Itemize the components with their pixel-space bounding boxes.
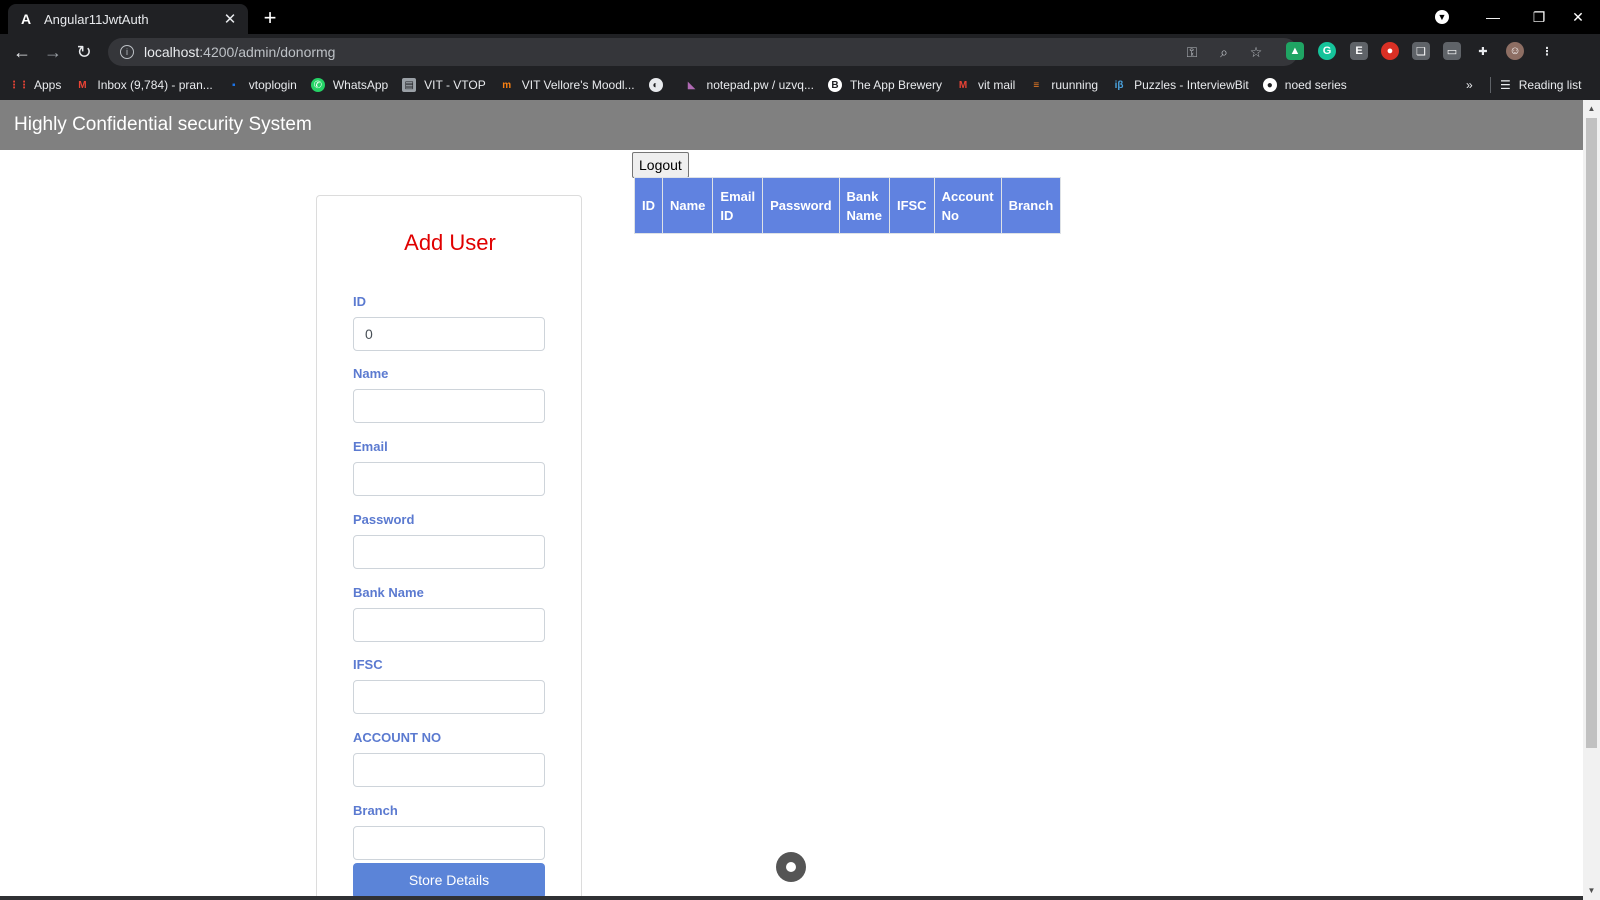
whatsapp-icon: ✆: [310, 78, 325, 92]
account-no-label: ACCOUNT NO: [353, 730, 442, 745]
column-header-branch: Branch: [1000, 177, 1062, 234]
bookmark-vtoplogin[interactable]: ▪ vtoplogin: [227, 78, 297, 92]
column-header-bank-name: Bank Name: [838, 177, 890, 234]
bookmark-moodle[interactable]: m VIT Vellore's Moodl...: [500, 78, 634, 92]
name-label: Name: [353, 366, 389, 381]
url-text[interactable]: localhost:4200/admin/donormg: [144, 44, 335, 60]
vit-vtop-icon: ▤: [402, 78, 417, 92]
interviewbit-icon: iβ: [1114, 79, 1124, 91]
bookmark-vit-vtop[interactable]: ▤ VIT - VTOP: [402, 78, 486, 92]
bookmark-whatsapp[interactable]: ✆ WhatsApp: [310, 78, 388, 92]
bookmark-app-brewery[interactable]: B The App Brewery: [827, 78, 942, 92]
bookmark-interviewbit[interactable]: iβ Puzzles - InterviewBit: [1112, 78, 1249, 92]
bookmark-noed-series[interactable]: ● noed series: [1262, 78, 1347, 92]
form-title: Add User: [404, 230, 496, 255]
site-info-icon[interactable]: i: [120, 45, 134, 59]
column-header-email-id: Email ID: [712, 177, 764, 234]
minimize-window-button[interactable]: —: [1470, 0, 1516, 34]
globe-icon: ◐: [648, 78, 663, 92]
browser-tab[interactable]: A Angular11JwtAuth ✕: [8, 4, 248, 34]
scrollbar-thumb[interactable]: [1586, 118, 1597, 748]
bookmark-notepad[interactable]: ◣ notepad.pw / uzvq...: [685, 78, 814, 92]
forward-arrow-icon[interactable]: →: [41, 40, 65, 64]
branch-field[interactable]: [353, 826, 545, 860]
stack-icon: ≡: [1033, 79, 1040, 91]
tab-title: Angular11JwtAuth: [44, 11, 149, 27]
extension-red-icon[interactable]: ●: [1381, 42, 1399, 60]
taskbar-edge: [0, 896, 1583, 900]
bookmarks-divider: [1490, 77, 1491, 93]
extension-copy-icon[interactable]: ❏: [1412, 42, 1430, 60]
browser-menu-icon[interactable]: ⋮: [1538, 42, 1556, 60]
zoom-icon[interactable]: ⌕: [1214, 42, 1234, 62]
close-tab-icon[interactable]: ✕: [222, 11, 238, 28]
browser-toolbar: ← → ↻ i localhost:4200/admin/donormg ⚿ ⌕…: [0, 34, 1600, 70]
bookmark-vit-mail[interactable]: Mvit mail: [956, 78, 1016, 92]
email-field[interactable]: [353, 462, 545, 496]
bank-name-field[interactable]: [353, 608, 545, 642]
branch-label: Branch: [353, 803, 398, 818]
apps-grid-icon: ⋮⋮: [9, 79, 29, 91]
password-key-icon[interactable]: ⚿: [1182, 42, 1202, 62]
bookmark-apps[interactable]: ⋮⋮ Apps: [9, 78, 61, 92]
screen-recorder-cursor-icon: [776, 852, 806, 882]
logout-button[interactable]: Logout: [632, 152, 689, 178]
more-bookmarks-button[interactable]: »: [1466, 70, 1473, 100]
ifsc-field[interactable]: [353, 680, 545, 714]
moodle-icon: m: [502, 79, 512, 91]
password-field[interactable]: [353, 535, 545, 569]
page-viewport: Highly Confidential security System Logo…: [0, 100, 1583, 900]
back-arrow-icon[interactable]: ←: [10, 40, 34, 64]
browser-tabstrip: A Angular11JwtAuth ✕ + ▼ — ❐ ✕: [0, 0, 1600, 34]
add-user-form: Add User ID Name Email Password Bank Nam…: [316, 195, 582, 900]
vtop-icon: ▪: [231, 79, 236, 91]
extension-window-icon[interactable]: ▭: [1443, 42, 1461, 60]
reload-icon[interactable]: ↻: [72, 40, 96, 64]
extensions-puzzle-icon[interactable]: ✚: [1474, 42, 1492, 60]
address-bar[interactable]: i localhost:4200/admin/donormg ⚿ ⌕ ☆: [108, 38, 1298, 66]
extension-e-icon[interactable]: E: [1350, 42, 1368, 60]
page-title: Highly Confidential security System: [14, 114, 312, 135]
column-header-name: Name: [661, 177, 714, 234]
ifsc-label: IFSC: [353, 657, 383, 672]
github-icon: ●: [1262, 78, 1277, 92]
angular-icon: A: [20, 11, 32, 27]
profile-avatar-icon[interactable]: ☺: [1506, 42, 1524, 60]
bank-name-label: Bank Name: [353, 585, 424, 600]
bookmarks-bar: ⋮⋮ Apps M Inbox (9,784) - pran... ▪ vtoplog…: [0, 70, 1600, 100]
email-label: Email: [353, 439, 388, 454]
column-header-ifsc: IFSC: [888, 177, 935, 234]
name-field[interactable]: [353, 389, 545, 423]
bookmark-globe[interactable]: ◐: [648, 78, 671, 92]
bookmark-star-icon[interactable]: ☆: [1246, 42, 1266, 62]
account-no-field[interactable]: [353, 753, 545, 787]
password-label: Password: [353, 512, 415, 527]
gmail-icon: M: [958, 79, 968, 91]
app-header: Highly Confidential security System: [0, 100, 1583, 150]
bookmark-inbox[interactable]: M Inbox (9,784) - pran...: [75, 78, 213, 92]
id-label: ID: [353, 294, 366, 309]
notepad-icon: ◣: [687, 79, 696, 91]
users-table: ID Name Email ID Password Bank Name IFSC A…: [634, 177, 1062, 234]
scroll-up-arrow-icon[interactable]: ▲: [1587, 104, 1596, 113]
store-details-button[interactable]: Store Details: [353, 863, 545, 899]
reading-list-button[interactable]: ☰ Reading list: [1500, 70, 1581, 100]
gmail-icon: M: [78, 79, 87, 91]
google-drive-icon[interactable]: ▲: [1286, 42, 1304, 60]
scroll-down-arrow-icon[interactable]: ▼: [1587, 886, 1596, 895]
bookmark-ruunning[interactable]: ≡ ruunning: [1029, 78, 1098, 92]
close-window-button[interactable]: ✕: [1556, 0, 1600, 34]
reading-list-icon: ☰: [1500, 78, 1511, 92]
column-header-password: Password: [762, 177, 840, 234]
column-header-id: ID: [634, 177, 663, 234]
column-header-account-no: Account No: [933, 177, 1002, 234]
page-scrollbar[interactable]: ▲ ▼: [1583, 100, 1600, 900]
download-indicator-icon[interactable]: ▼: [1428, 0, 1456, 34]
app-brewery-icon: B: [827, 78, 842, 92]
id-field[interactable]: [353, 317, 545, 351]
grammarly-icon[interactable]: G: [1318, 42, 1336, 60]
table-header-row: ID Name Email ID Password Bank Name IFSC A…: [634, 177, 1062, 234]
new-tab-button[interactable]: +: [258, 5, 282, 30]
